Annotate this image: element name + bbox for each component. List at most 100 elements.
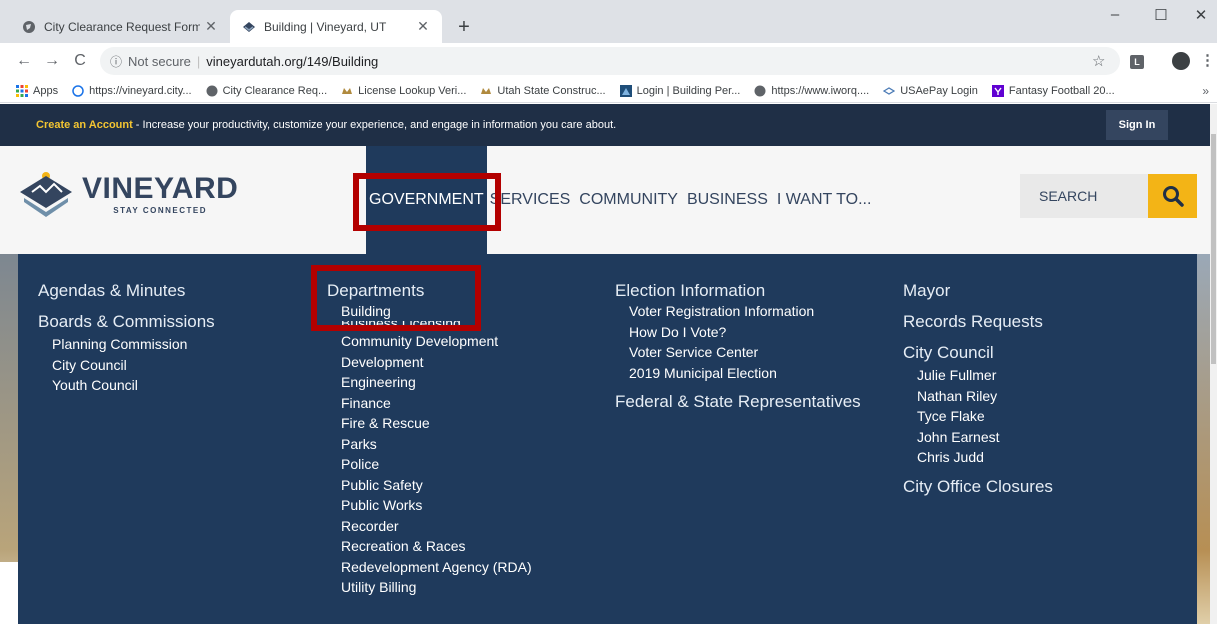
bookmark-vineyard-city[interactable]: https://vineyard.city...: [72, 85, 192, 97]
menu-link-utility-billing[interactable]: Utility Billing: [327, 577, 532, 598]
sign-in-button[interactable]: Sign In: [1106, 110, 1168, 140]
bookmarks-bar: Apps https://vineyard.city... City Clear…: [0, 79, 1217, 103]
minimize-button[interactable]: –: [1100, 6, 1130, 23]
menu-link-fire-rescue[interactable]: Fire & Rescue: [327, 413, 532, 434]
address-bar[interactable]: ⓘ Not secure | vineyardutah.org/149/Buil…: [100, 47, 1120, 75]
menu-kebab-icon[interactable]: ⋮: [1200, 51, 1215, 69]
menu-link-julie-fullmer[interactable]: Julie Fullmer: [903, 365, 1053, 386]
menu-link-community-development[interactable]: Community Development: [327, 331, 532, 352]
create-account-link[interactable]: Create an Account: [36, 119, 133, 131]
background-image-right: [1197, 254, 1210, 624]
vineyard-logo-icon: [242, 20, 256, 34]
tab-title: City Clearance Request Form: [44, 19, 200, 34]
nav-i-want-to[interactable]: I WANT TO...: [777, 191, 872, 209]
menu-link-boards-commissions[interactable]: Boards & Commissions: [38, 311, 215, 332]
nav-services[interactable]: SERVICES: [490, 191, 571, 209]
menu-link-development[interactable]: Development: [327, 352, 532, 373]
menu-link-how-do-i-vote[interactable]: How Do I Vote?: [615, 322, 861, 343]
profile-avatar-icon[interactable]: [1172, 52, 1190, 70]
building-icon: [619, 84, 632, 97]
back-button[interactable]: ←: [14, 52, 34, 70]
extension-icon[interactable]: L: [1130, 55, 1144, 69]
menu-link-finance[interactable]: Finance: [327, 393, 532, 414]
menu-link-recreation-races[interactable]: Recreation & Races: [327, 536, 532, 557]
menu-link-tyce-flake[interactable]: Tyce Flake: [903, 406, 1053, 427]
menu-link-john-earnest[interactable]: John Earnest: [903, 427, 1053, 448]
close-tab-icon[interactable]: ✕: [412, 18, 434, 35]
bookmark-fantasy-football[interactable]: Fantasy Football 20...: [991, 84, 1115, 97]
menu-link-agendas-minutes[interactable]: Agendas & Minutes: [38, 280, 215, 301]
bookmark-apps[interactable]: Apps: [16, 84, 59, 97]
close-window-button[interactable]: ✕: [1186, 6, 1216, 24]
menu-link-city-council-heading[interactable]: City Council: [903, 342, 1053, 363]
omnibox-divider: |: [196, 53, 201, 69]
government-mega-menu: Agendas & Minutes Boards & Commissions P…: [18, 254, 1197, 624]
menu-link-chris-judd[interactable]: Chris Judd: [903, 447, 1053, 468]
nav-community[interactable]: COMMUNITY: [579, 191, 678, 209]
menu-link-mayor[interactable]: Mayor: [903, 280, 1053, 301]
utah-seal-icon: [480, 85, 492, 97]
scrollbar-thumb[interactable]: [1211, 134, 1216, 364]
bookmark-city-clearance[interactable]: City Clearance Req...: [206, 84, 328, 97]
nav-business[interactable]: BUSINESS: [687, 191, 768, 209]
menu-link-2019-municipal-election[interactable]: 2019 Municipal Election: [615, 363, 861, 384]
menu-link-city-council[interactable]: City Council: [38, 355, 215, 376]
bookmark-label: Apps: [33, 84, 59, 97]
bookmark-label: Login | Building Per...: [636, 84, 741, 97]
new-tab-button[interactable]: +: [452, 16, 476, 40]
menu-link-records-requests[interactable]: Records Requests: [903, 311, 1053, 332]
forward-button[interactable]: →: [42, 52, 62, 70]
bookmark-utah-state[interactable]: Utah State Construc...: [480, 84, 606, 97]
reload-button[interactable]: C: [70, 52, 90, 70]
bookmark-label: City Clearance Req...: [222, 84, 328, 97]
menu-link-public-works[interactable]: Public Works: [327, 495, 532, 516]
menu-link-voter-registration[interactable]: Voter Registration Information: [615, 301, 861, 322]
logo-tagline: STAY CONNECTED: [113, 205, 208, 215]
close-tab-icon[interactable]: ✕: [200, 18, 222, 35]
tab-title: Building | Vineyard, UT: [264, 19, 387, 34]
menu-link-youth-council[interactable]: Youth Council: [38, 375, 215, 396]
menu-link-voter-service-center[interactable]: Voter Service Center: [615, 342, 861, 363]
menu-link-city-office-closures[interactable]: City Office Closures: [903, 476, 1053, 497]
menu-link-redevelopment-agency[interactable]: Redevelopment Agency (RDA): [327, 557, 532, 578]
search-button[interactable]: [1148, 174, 1197, 218]
more-bookmarks-icon[interactable]: »: [1202, 84, 1209, 98]
globe-icon: [206, 85, 218, 97]
bookmark-iworq[interactable]: https://www.iworq....: [754, 85, 869, 97]
maximize-button[interactable]: ☐: [1146, 6, 1176, 24]
info-icon[interactable]: ⓘ: [110, 53, 122, 70]
yahoo-icon: [991, 84, 1004, 97]
browser-tab-building[interactable]: Building | Vineyard, UT ✕: [230, 10, 442, 43]
menu-link-nathan-riley[interactable]: Nathan Riley: [903, 386, 1053, 407]
url-text: vineyardutah.org/149/Building: [206, 53, 379, 69]
globe-icon: [754, 85, 766, 97]
utah-seal-icon: [341, 85, 353, 97]
menu-link-parks[interactable]: Parks: [327, 434, 532, 455]
bookmark-usaepay[interactable]: USAePay Login: [883, 85, 978, 97]
menu-column-3: Election Information Voter Registration …: [615, 280, 861, 412]
apps-grid-icon: [16, 84, 28, 97]
annotation-highlight-departments-building: [311, 265, 481, 331]
menu-link-election-information[interactable]: Election Information: [615, 280, 861, 301]
browser-toolbar: ← → C ⓘ Not secure | vineyardutah.org/14…: [0, 43, 1217, 79]
bookmark-label: Fantasy Football 20...: [1008, 84, 1115, 97]
vineyard-mountain-icon: [20, 172, 72, 217]
browser-tab-city-clearance[interactable]: City Clearance Request Form ✕: [10, 10, 230, 43]
bookmark-label: Utah State Construc...: [497, 84, 606, 97]
menu-link-public-safety[interactable]: Public Safety: [327, 475, 532, 496]
menu-link-engineering[interactable]: Engineering: [327, 372, 532, 393]
page-scrollbar[interactable]: [1210, 104, 1217, 624]
menu-link-police[interactable]: Police: [327, 454, 532, 475]
menu-link-federal-state-reps[interactable]: Federal & State Representatives: [615, 391, 861, 412]
menu-link-recorder[interactable]: Recorder: [327, 516, 532, 537]
browser-tab-strip: City Clearance Request Form ✕ Building |…: [0, 0, 1217, 43]
bookmark-star-icon[interactable]: ☆: [1092, 52, 1105, 70]
bookmark-label: USAePay Login: [900, 84, 978, 97]
bookmark-building-permit[interactable]: Login | Building Per...: [619, 84, 741, 97]
vineyard-logo[interactable]: VINEYARD STAY CONNECTED: [18, 170, 238, 218]
background-white-strip: [0, 562, 18, 624]
menu-link-planning-commission[interactable]: Planning Commission: [38, 334, 215, 355]
search-input[interactable]: SEARCH: [1020, 174, 1148, 218]
globe-icon: [22, 20, 36, 34]
bookmark-license-lookup[interactable]: License Lookup Veri...: [341, 85, 466, 97]
